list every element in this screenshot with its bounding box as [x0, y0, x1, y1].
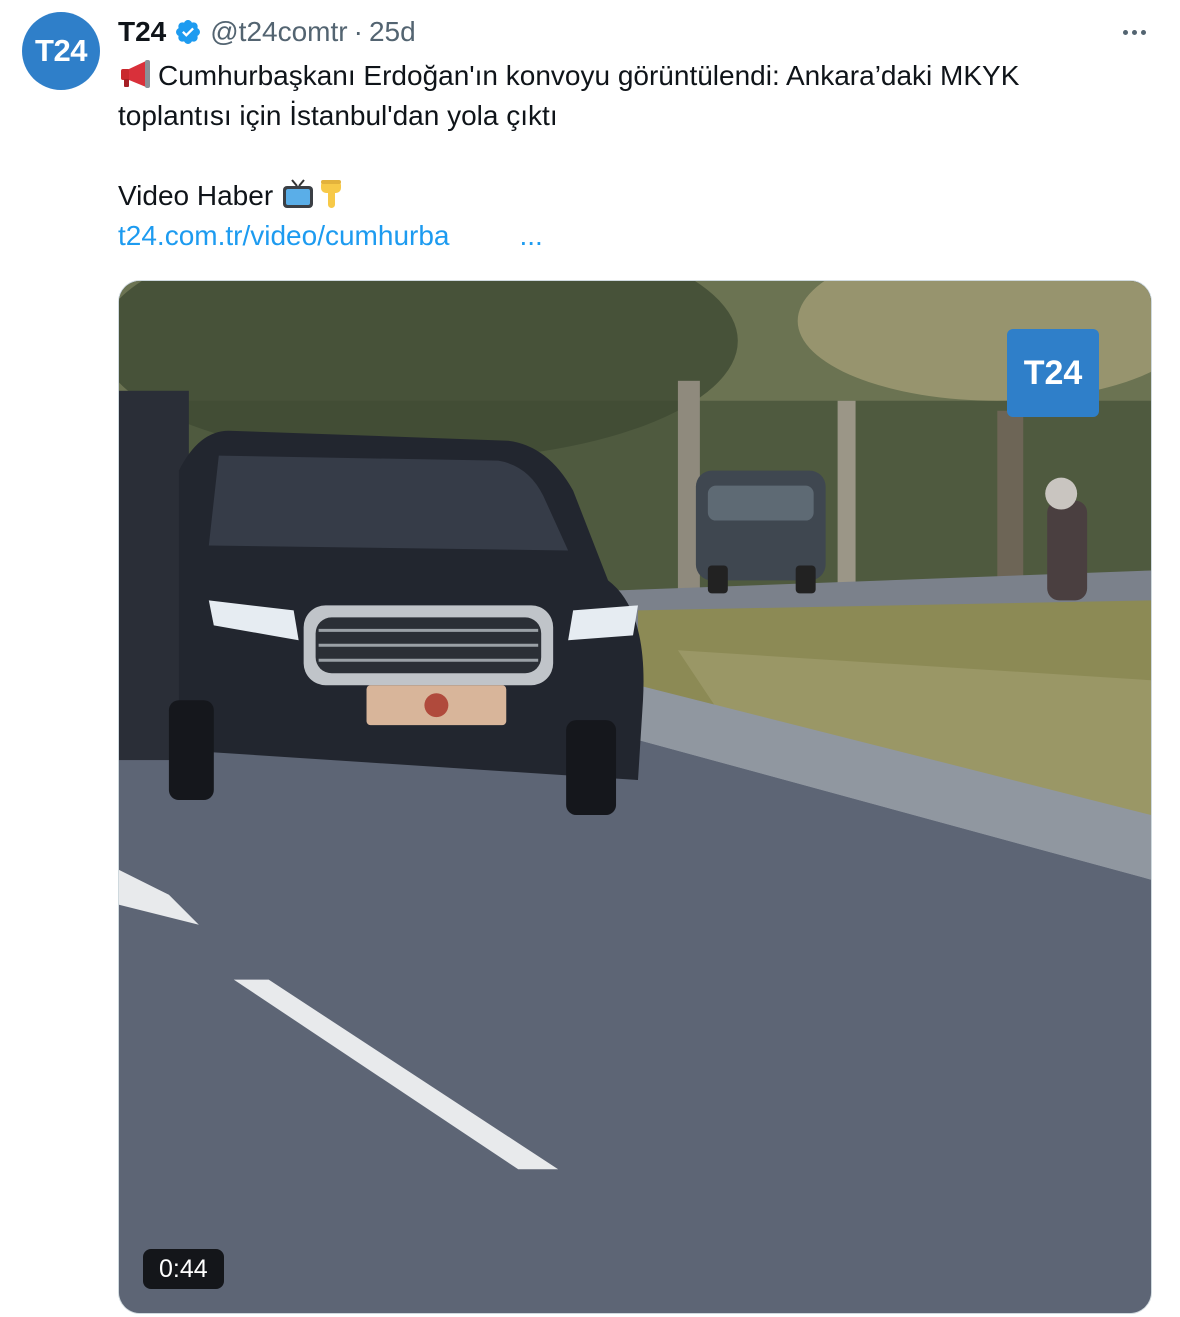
video-frame — [119, 281, 1151, 1313]
tweet-timestamp[interactable]: 25d — [369, 16, 416, 48]
tweet-text: Cumhurbaşkanı Erdoğan'ın konvoyu görüntü… — [118, 56, 1128, 256]
tweet-link[interactable]: t24.com.tr/video/cumhurba — [118, 220, 450, 251]
text-line: Cumhurbaşkanı Erdoğan'ın konvoyu görüntü… — [118, 56, 1128, 96]
tweet-header: T24 @t24comtr · 25d — [118, 12, 416, 52]
video-player[interactable]: T24 0:44 — [118, 280, 1152, 1314]
avatar[interactable]: T24 — [22, 12, 100, 90]
author-name[interactable]: T24 — [118, 16, 166, 48]
link-ellipsis[interactable]: ... — [520, 220, 543, 251]
more-options-icon[interactable] — [1112, 14, 1156, 50]
text-line: Video Haber — [118, 176, 1128, 216]
tweet-text-line-1: Cumhurbaşkanı Erdoğan'ın konvoyu görüntü… — [158, 60, 1020, 91]
tweet-text-line-2: toplantısı için İstanbul'dan yola çıktı — [118, 100, 558, 131]
author-handle[interactable]: @t24comtr — [210, 16, 347, 48]
tv-icon — [281, 177, 315, 211]
verified-badge-icon[interactable] — [174, 18, 202, 46]
megaphone-icon — [118, 59, 154, 89]
text-line: t24.com.tr/video/cumhurba... — [118, 216, 1128, 256]
pointing-down-icon — [315, 177, 349, 211]
video-duration-badge: 0:44 — [143, 1249, 224, 1289]
watermark-logo: T24 — [1007, 329, 1099, 417]
header-separator: · — [353, 16, 363, 47]
tweet-text-line-3: Video Haber — [118, 180, 274, 211]
